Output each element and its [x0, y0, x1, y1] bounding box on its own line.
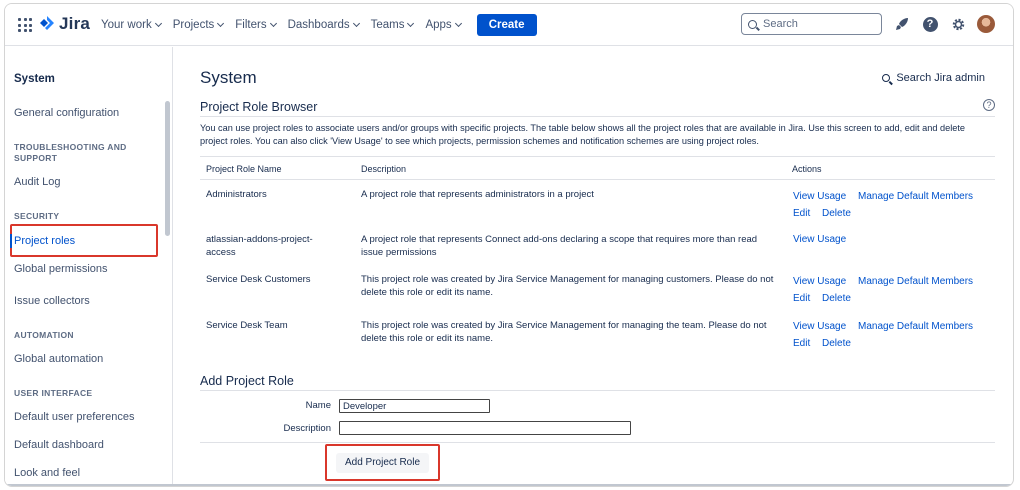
sidebar-item-project-roles[interactable]: Project roles	[14, 235, 75, 247]
delete-link[interactable]: Delete	[822, 338, 851, 349]
app-switcher-icon[interactable]	[18, 18, 32, 32]
sidebar-heading-automation: AUTOMATION	[14, 330, 74, 340]
sidebar-title: System	[14, 73, 55, 85]
manage-default-members-link[interactable]: Manage Default Members	[858, 276, 973, 287]
page-title: System	[200, 68, 257, 87]
sidebar-item-look-and-feel[interactable]: Look and feel	[14, 467, 80, 479]
add-project-role-button[interactable]: Add Project Role	[336, 453, 429, 473]
search-placeholder: Search	[763, 18, 798, 30]
sidebar-scrollbar[interactable]	[165, 101, 170, 236]
nav-menu: Your work Projects Filters Dashboards Te…	[101, 4, 537, 46]
search-icon	[748, 19, 757, 29]
nav-label: Filters	[235, 19, 267, 31]
role-name: atlassian-addons-project-access	[206, 234, 313, 258]
nav-label: Teams	[370, 19, 405, 31]
nav-your-work[interactable]: Your work	[101, 19, 162, 31]
nav-teams[interactable]: Teams	[370, 19, 415, 31]
nav-label: Apps	[425, 19, 452, 31]
edit-link[interactable]: Edit	[793, 338, 810, 349]
horizontal-scrollbar[interactable]	[5, 484, 1013, 486]
description-input[interactable]	[339, 421, 631, 435]
nav-label: Dashboards	[287, 19, 350, 31]
name-label: Name	[305, 400, 331, 411]
chevron-down-icon	[407, 19, 415, 28]
view-usage-link[interactable]: View Usage	[793, 191, 846, 202]
chevron-down-icon	[269, 19, 277, 28]
jira-logo[interactable]: Jira	[39, 14, 90, 34]
sidebar-heading-user-interface: USER INTERFACE	[14, 388, 93, 398]
sidebar-item-general-configuration[interactable]: General configuration	[14, 107, 119, 119]
role-description: A project role that represents Connect a…	[361, 234, 758, 258]
view-usage-link[interactable]: View Usage	[793, 321, 846, 332]
role-description: This project role was created by Jira Se…	[361, 320, 767, 344]
nav-label: Your work	[101, 19, 152, 31]
divider	[200, 442, 995, 443]
sidebar-item-issue-collectors[interactable]: Issue collectors	[14, 295, 90, 307]
sidebar-heading-security: SECURITY	[14, 211, 60, 221]
delete-link[interactable]: Delete	[822, 208, 851, 219]
chevron-down-icon	[352, 19, 360, 28]
role-description: A project role that represents administr…	[361, 189, 594, 200]
divider	[200, 390, 995, 391]
sidebar-item-audit-log[interactable]: Audit Log	[14, 176, 60, 188]
column-header-description: Description	[361, 164, 407, 174]
role-name: Service Desk Customers	[206, 274, 311, 285]
description-label: Description	[283, 423, 331, 434]
sidebar-item-global-automation[interactable]: Global automation	[14, 353, 103, 365]
jira-logo-icon	[40, 16, 54, 30]
manage-default-members-link[interactable]: Manage Default Members	[858, 321, 973, 332]
name-input[interactable]	[339, 399, 490, 413]
search-input[interactable]: Search	[741, 13, 882, 35]
rocket-icon-svg	[896, 18, 908, 30]
sidebar-item-default-dashboard[interactable]: Default dashboard	[14, 439, 104, 451]
edit-link[interactable]: Edit	[793, 208, 810, 219]
manage-default-members-link[interactable]: Manage Default Members	[858, 191, 973, 202]
search-jira-admin-link[interactable]: Search Jira admin	[882, 72, 985, 84]
table-top-border	[200, 156, 995, 157]
nav-dashboards[interactable]: Dashboards	[287, 19, 360, 31]
section-title: Project Role Browser	[200, 100, 318, 114]
nav-apps[interactable]: Apps	[425, 19, 462, 31]
settings-icon[interactable]	[949, 15, 967, 33]
brand-name: Jira	[59, 14, 91, 33]
main-content: System Search Jira admin Project Role Br…	[173, 47, 1013, 486]
role-name: Administrators	[206, 189, 267, 200]
divider	[200, 116, 995, 117]
add-project-role-title: Add Project Role	[200, 374, 294, 388]
browser-frame: Jira Your work Projects Filters Dashboar…	[4, 3, 1014, 487]
help-icon[interactable]: ?	[921, 15, 939, 33]
rocket-icon[interactable]	[893, 15, 911, 33]
chevron-down-icon	[154, 19, 162, 28]
active-indicator	[10, 234, 12, 248]
sidebar-item-default-user-preferences[interactable]: Default user preferences	[14, 411, 134, 423]
create-button[interactable]: Create	[476, 14, 537, 36]
gear-icon	[952, 18, 964, 30]
search-icon	[882, 74, 891, 82]
table-header-border	[200, 179, 995, 180]
nav-filters[interactable]: Filters	[235, 19, 277, 31]
chevron-down-icon	[217, 19, 225, 28]
edit-link[interactable]: Edit	[793, 293, 810, 304]
sidebar-heading-troubleshooting: TROUBLESHOOTING AND SUPPORT	[14, 142, 127, 163]
help-icon[interactable]: ?	[983, 99, 995, 111]
avatar[interactable]	[977, 15, 995, 33]
nav-label: Projects	[172, 19, 215, 31]
header-actions: ?	[893, 15, 995, 33]
sidebar: System General configuration TROUBLESHOO…	[5, 47, 173, 486]
help-circle: ?	[922, 16, 938, 32]
top-navigation: Jira Your work Projects Filters Dashboar…	[5, 4, 1013, 46]
chevron-down-icon	[454, 19, 462, 28]
nav-projects[interactable]: Projects	[172, 19, 225, 31]
intro-text: You can use project roles to associate u…	[200, 123, 966, 146]
view-usage-link[interactable]: View Usage	[793, 234, 846, 245]
delete-link[interactable]: Delete	[822, 293, 851, 304]
column-header-name: Project Role Name	[206, 164, 282, 174]
role-name: Service Desk Team	[206, 320, 288, 331]
view-usage-link[interactable]: View Usage	[793, 276, 846, 287]
sidebar-item-global-permissions[interactable]: Global permissions	[14, 263, 108, 275]
role-description: This project role was created by Jira Se…	[361, 274, 774, 298]
add-button-highlight: Add Project Role	[325, 444, 440, 481]
column-header-actions: Actions	[792, 164, 822, 174]
admin-search-label: Search Jira admin	[896, 72, 985, 84]
